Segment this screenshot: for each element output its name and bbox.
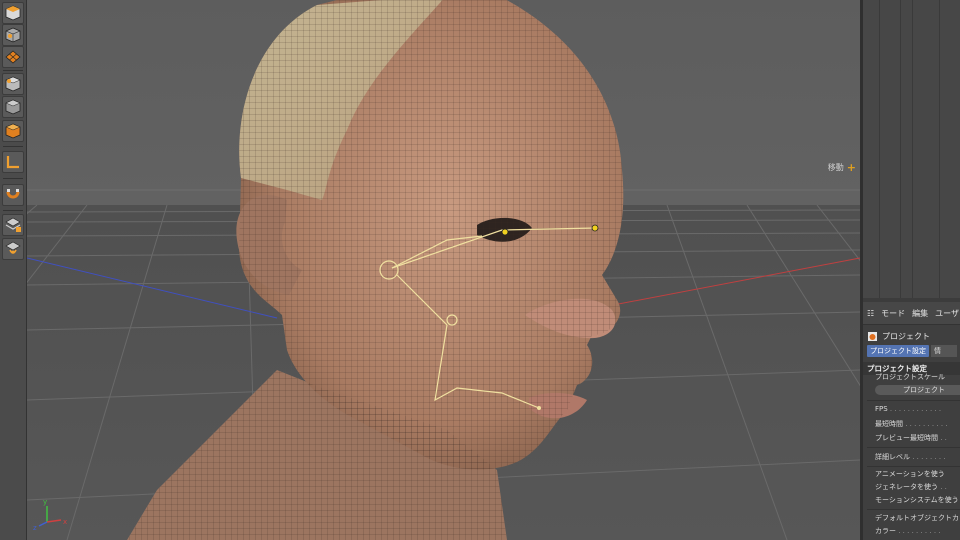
left-toolbar bbox=[0, 0, 27, 540]
label-use-animation: アニメーションを使う bbox=[875, 470, 945, 478]
axis-z-label: z bbox=[33, 524, 37, 532]
row-use-generator[interactable]: ジェネレータを使う . . bbox=[875, 482, 947, 492]
row-preview-min-time[interactable]: プレビュー最短時間 . . bbox=[875, 433, 947, 443]
grid-cube-icon[interactable] bbox=[2, 24, 24, 46]
label-default-object-color: デフォルトオブジェクトカラー bbox=[875, 514, 960, 522]
axis-y-label: y bbox=[43, 498, 47, 506]
control-point[interactable] bbox=[591, 224, 599, 232]
label-detail-level: 詳細レベル bbox=[875, 453, 910, 461]
viewport-scene: y x z bbox=[27, 0, 860, 540]
row-color[interactable]: カラー . . . . . . . . . . bbox=[875, 526, 941, 536]
row-detail-level[interactable]: 詳細レベル . . . . . . . . bbox=[875, 452, 946, 462]
row-default-object-color[interactable]: デフォルトオブジェクトカラー bbox=[875, 513, 960, 523]
object-manager[interactable] bbox=[863, 0, 960, 298]
row-use-animation[interactable]: アニメーションを使う bbox=[875, 469, 945, 479]
attr-title: プロジェクト bbox=[863, 327, 960, 345]
control-point[interactable] bbox=[537, 406, 541, 410]
3d-viewport[interactable]: y x z 移動 + bbox=[27, 0, 860, 540]
label-use-motion-system: モーションシステムを使う bbox=[875, 496, 959, 504]
control-point[interactable] bbox=[501, 228, 509, 236]
attr-tabs: プロジェクト設定 情 bbox=[863, 345, 960, 357]
layer-lock-icon[interactable] bbox=[2, 214, 24, 236]
project-icon bbox=[868, 331, 877, 341]
view-cube-icon[interactable] bbox=[2, 2, 24, 24]
attr-menubar: ☷ モード 編集 ユーザ bbox=[863, 302, 960, 325]
label-use-generator: ジェネレータを使う bbox=[875, 483, 938, 491]
label-project-scale: プロジェクトスケール bbox=[875, 373, 945, 381]
move-label[interactable]: 移動 + bbox=[828, 161, 856, 174]
row-project-scale: プロジェクトスケール bbox=[875, 372, 945, 382]
attr-title-text: プロジェクト bbox=[882, 331, 930, 341]
project-scale-button[interactable]: プロジェクト bbox=[875, 385, 960, 395]
row-min-time[interactable]: 最短時間 . . . . . . . . . . bbox=[875, 419, 948, 429]
grid-menu-icon[interactable]: ☷ bbox=[867, 309, 874, 318]
magnet-icon[interactable] bbox=[2, 184, 24, 206]
move-plus-icon: + bbox=[846, 161, 856, 174]
move-text: 移動 bbox=[827, 163, 844, 172]
cube-orange-icon[interactable] bbox=[2, 120, 24, 142]
tab-project-settings[interactable]: プロジェクト設定 bbox=[867, 345, 929, 357]
label-fps: FPS bbox=[875, 405, 888, 413]
menu-edit[interactable]: 編集 bbox=[912, 308, 928, 319]
cube-solid-icon[interactable] bbox=[2, 96, 24, 118]
axis-icon[interactable] bbox=[2, 151, 24, 173]
axis-x-label: x bbox=[63, 518, 67, 526]
menu-mode[interactable]: モード bbox=[881, 308, 905, 319]
checker-icon[interactable] bbox=[2, 46, 24, 68]
menu-user[interactable]: ユーザ bbox=[935, 308, 959, 319]
cube-outline-icon[interactable] bbox=[2, 73, 24, 95]
label-min-time: 最短時間 bbox=[875, 420, 903, 428]
row-fps[interactable]: FPS . . . . . . . . . . . . bbox=[875, 405, 941, 413]
right-panel: ☷ モード 編集 ユーザ プロジェクト プロジェクト設定 情 プロジェクト設定 … bbox=[863, 0, 960, 540]
row-use-motion-system[interactable]: モーションシステムを使う bbox=[875, 495, 959, 505]
label-color: カラー bbox=[875, 527, 896, 535]
layer-sound-icon[interactable] bbox=[2, 238, 24, 260]
tab-info[interactable]: 情 bbox=[931, 345, 957, 357]
label-preview-min-time: プレビュー最短時間 bbox=[875, 434, 938, 442]
